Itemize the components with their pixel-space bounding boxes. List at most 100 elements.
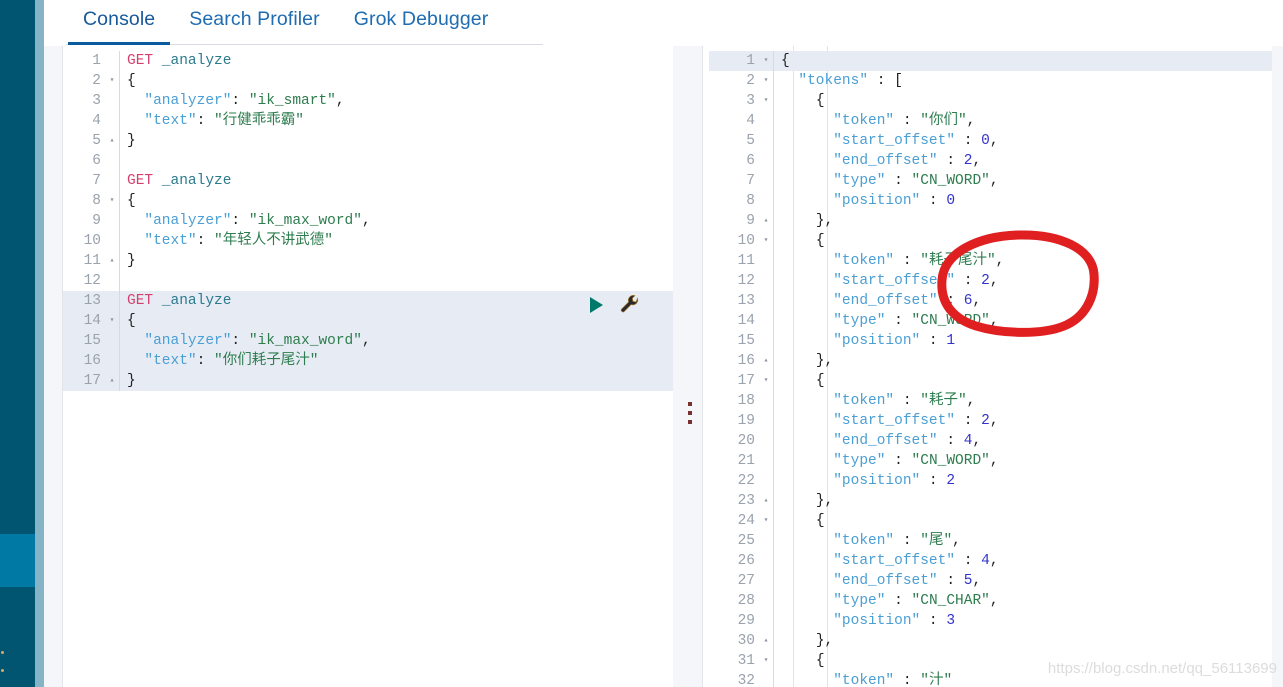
code-line[interactable]: 6 [63, 151, 673, 171]
code-line[interactable]: 11 "token" : "耗子尾汁", [709, 251, 1272, 271]
code-line[interactable]: 5 "start_offset" : 0, [709, 131, 1272, 151]
line-number: 4 [746, 113, 755, 129]
code-line[interactable]: 27 "end_offset" : 5, [709, 571, 1272, 591]
code-line[interactable]: 2 ▾ { [63, 71, 673, 91]
response-output-code[interactable]: 1 ▾{2 ▾ "tokens" : [3 ▾ {4 "token" : "你们", 5… [709, 46, 1272, 687]
fold-toggle-icon[interactable]: ▾ [759, 51, 773, 71]
code-line[interactable]: 1 GET _analyze [63, 51, 673, 71]
code-line[interactable]: 11 ▴} [63, 251, 673, 271]
fold-toggle-icon[interactable]: ▴ [105, 131, 119, 151]
code-line[interactable]: 13 GET _analyze [63, 291, 673, 311]
gutter-separator [773, 331, 774, 351]
gutter-separator [119, 251, 120, 271]
fold-toggle-icon[interactable]: ▾ [759, 91, 773, 111]
fold-toggle-icon[interactable]: ▴ [759, 351, 773, 371]
code-line[interactable]: 19 "start_offset" : 2, [709, 411, 1272, 431]
code-line[interactable]: 4 "token" : "你们", [709, 111, 1272, 131]
tab-grok-debugger[interactable]: Grok Debugger [337, 0, 506, 46]
code-line[interactable]: 18 "token" : "耗子", [709, 391, 1272, 411]
code-line[interactable]: 12 "start_offset" : 2, [709, 271, 1272, 291]
code-text: "position" : 1 [833, 333, 956, 349]
line-number: 1 [92, 53, 101, 69]
tab-search-profiler[interactable]: Search Profiler [172, 0, 336, 46]
pane-divider[interactable] [673, 46, 709, 687]
gutter-separator [119, 311, 120, 331]
fold-toggle-icon[interactable]: ▾ [759, 511, 773, 531]
code-line[interactable]: 8 ▾ { [63, 191, 673, 211]
code-line[interactable]: 7 GET _analyze [63, 171, 673, 191]
code-text: "position" : 3 [833, 613, 956, 629]
code-text: "type" : "CN_WORD", [833, 173, 999, 189]
code-line[interactable]: 8 "position" : 0 [709, 191, 1272, 211]
fold-toggle-icon[interactable]: ▾ [105, 311, 119, 331]
line-number: 12 [83, 273, 101, 289]
code-line[interactable]: 29 "position" : 3 [709, 611, 1272, 631]
code-line[interactable]: 16 "text": "你们耗子尾汁" [63, 351, 673, 371]
request-editor-code[interactable]: 1 GET _analyze 2 ▾{3 "analyzer": "ik_smart"… [63, 46, 673, 687]
code-text: GET _analyze [127, 53, 232, 69]
fold-toggle-icon[interactable]: ▴ [759, 491, 773, 511]
code-line[interactable]: 17 ▴} [63, 371, 673, 391]
tab-console[interactable]: Console [66, 0, 172, 46]
fold-toggle-icon[interactable]: ▴ [759, 211, 773, 231]
code-line[interactable]: 14 "type" : "CN_WORD", [709, 311, 1272, 331]
code-line[interactable]: 3 "analyzer": "ik_smart", [63, 91, 673, 111]
fold-toggle-icon[interactable]: ▾ [759, 231, 773, 251]
code-text: { [815, 373, 825, 389]
divider-drag-handle[interactable] [688, 402, 692, 424]
code-line[interactable]: 1 ▾ { [709, 51, 1272, 71]
code-line[interactable]: 9 "analyzer": "ik_max_word", [63, 211, 673, 231]
request-editor-pane[interactable]: 1 GET _analyze 2 ▾{3 "analyzer": "ik_smart"… [44, 46, 673, 687]
code-line[interactable]: 2 ▾ "tokens" : [ [709, 71, 1272, 91]
code-line[interactable]: 25 "token" : "尾", [709, 531, 1272, 551]
divider-background [673, 46, 703, 687]
code-text: { [127, 193, 136, 209]
code-line[interactable]: 13 "end_offset" : 6, [709, 291, 1272, 311]
code-line[interactable]: 24 ▾ { [709, 511, 1272, 531]
fold-toggle-icon[interactable]: ▾ [759, 371, 773, 391]
fold-toggle-icon[interactable]: ▴ [105, 371, 119, 391]
code-line[interactable]: 15 "position" : 1 [709, 331, 1272, 351]
line-number: 29 [737, 613, 755, 629]
code-line[interactable]: 21 "type" : "CN_WORD", [709, 451, 1272, 471]
play-icon[interactable] [590, 297, 603, 313]
line-number: 6 [746, 153, 755, 169]
code-line[interactable]: 10 "text": "年轻人不讲武德" [63, 231, 673, 251]
line-number: 13 [737, 293, 755, 309]
fold-toggle-icon[interactable]: ▾ [105, 191, 119, 211]
line-number: 17 [83, 373, 101, 389]
gutter-separator [119, 211, 120, 231]
response-output-pane[interactable]: 1 ▾{2 ▾ "tokens" : [3 ▾ {4 "token" : "你们", 5… [709, 46, 1283, 687]
code-line[interactable]: 20 "end_offset" : 4, [709, 431, 1272, 451]
gutter-separator [773, 391, 774, 411]
fold-toggle-icon[interactable]: ▴ [105, 251, 119, 271]
code-line[interactable]: 10 ▾ { [709, 231, 1272, 251]
code-line[interactable]: 9 ▴ }, [709, 211, 1272, 231]
fold-toggle-icon[interactable]: ▾ [105, 71, 119, 91]
code-text: "token" : "耗子尾汁", [833, 253, 1005, 269]
code-line[interactable]: 5 ▴} [63, 131, 673, 151]
code-line[interactable]: 23 ▴ }, [709, 491, 1272, 511]
code-line[interactable]: 4 "text": "行健乖乖霸" [63, 111, 673, 131]
code-line[interactable]: 14 ▾{ [63, 311, 673, 331]
gutter-separator [773, 271, 774, 291]
code-line[interactable]: 15 "analyzer": "ik_max_word", [63, 331, 673, 351]
code-line[interactable]: 30 ▴ }, [709, 631, 1272, 651]
code-line[interactable]: 12 [63, 271, 673, 291]
code-line[interactable]: 3 ▾ { [709, 91, 1272, 111]
code-line[interactable]: 7 "type" : "CN_WORD", [709, 171, 1272, 191]
code-text: { [127, 73, 136, 89]
code-line[interactable]: 28 "type" : "CN_CHAR", [709, 591, 1272, 611]
gutter-separator [773, 651, 774, 671]
fold-toggle-icon[interactable]: ▴ [759, 631, 773, 651]
code-line[interactable]: 26 "start_offset" : 4, [709, 551, 1272, 571]
wrench-icon[interactable] [619, 294, 641, 316]
code-line[interactable]: 17 ▾ { [709, 371, 1272, 391]
code-line[interactable]: 22 "position" : 2 [709, 471, 1272, 491]
fold-toggle-icon[interactable]: ▾ [759, 651, 773, 671]
code-line[interactable]: 16 ▴ }, [709, 351, 1272, 371]
code-line[interactable]: 6 "end_offset" : 2, [709, 151, 1272, 171]
fold-toggle-icon[interactable]: ▾ [759, 71, 773, 91]
watermark: https://blog.csdn.net/qq_56113699 [1047, 660, 1277, 677]
